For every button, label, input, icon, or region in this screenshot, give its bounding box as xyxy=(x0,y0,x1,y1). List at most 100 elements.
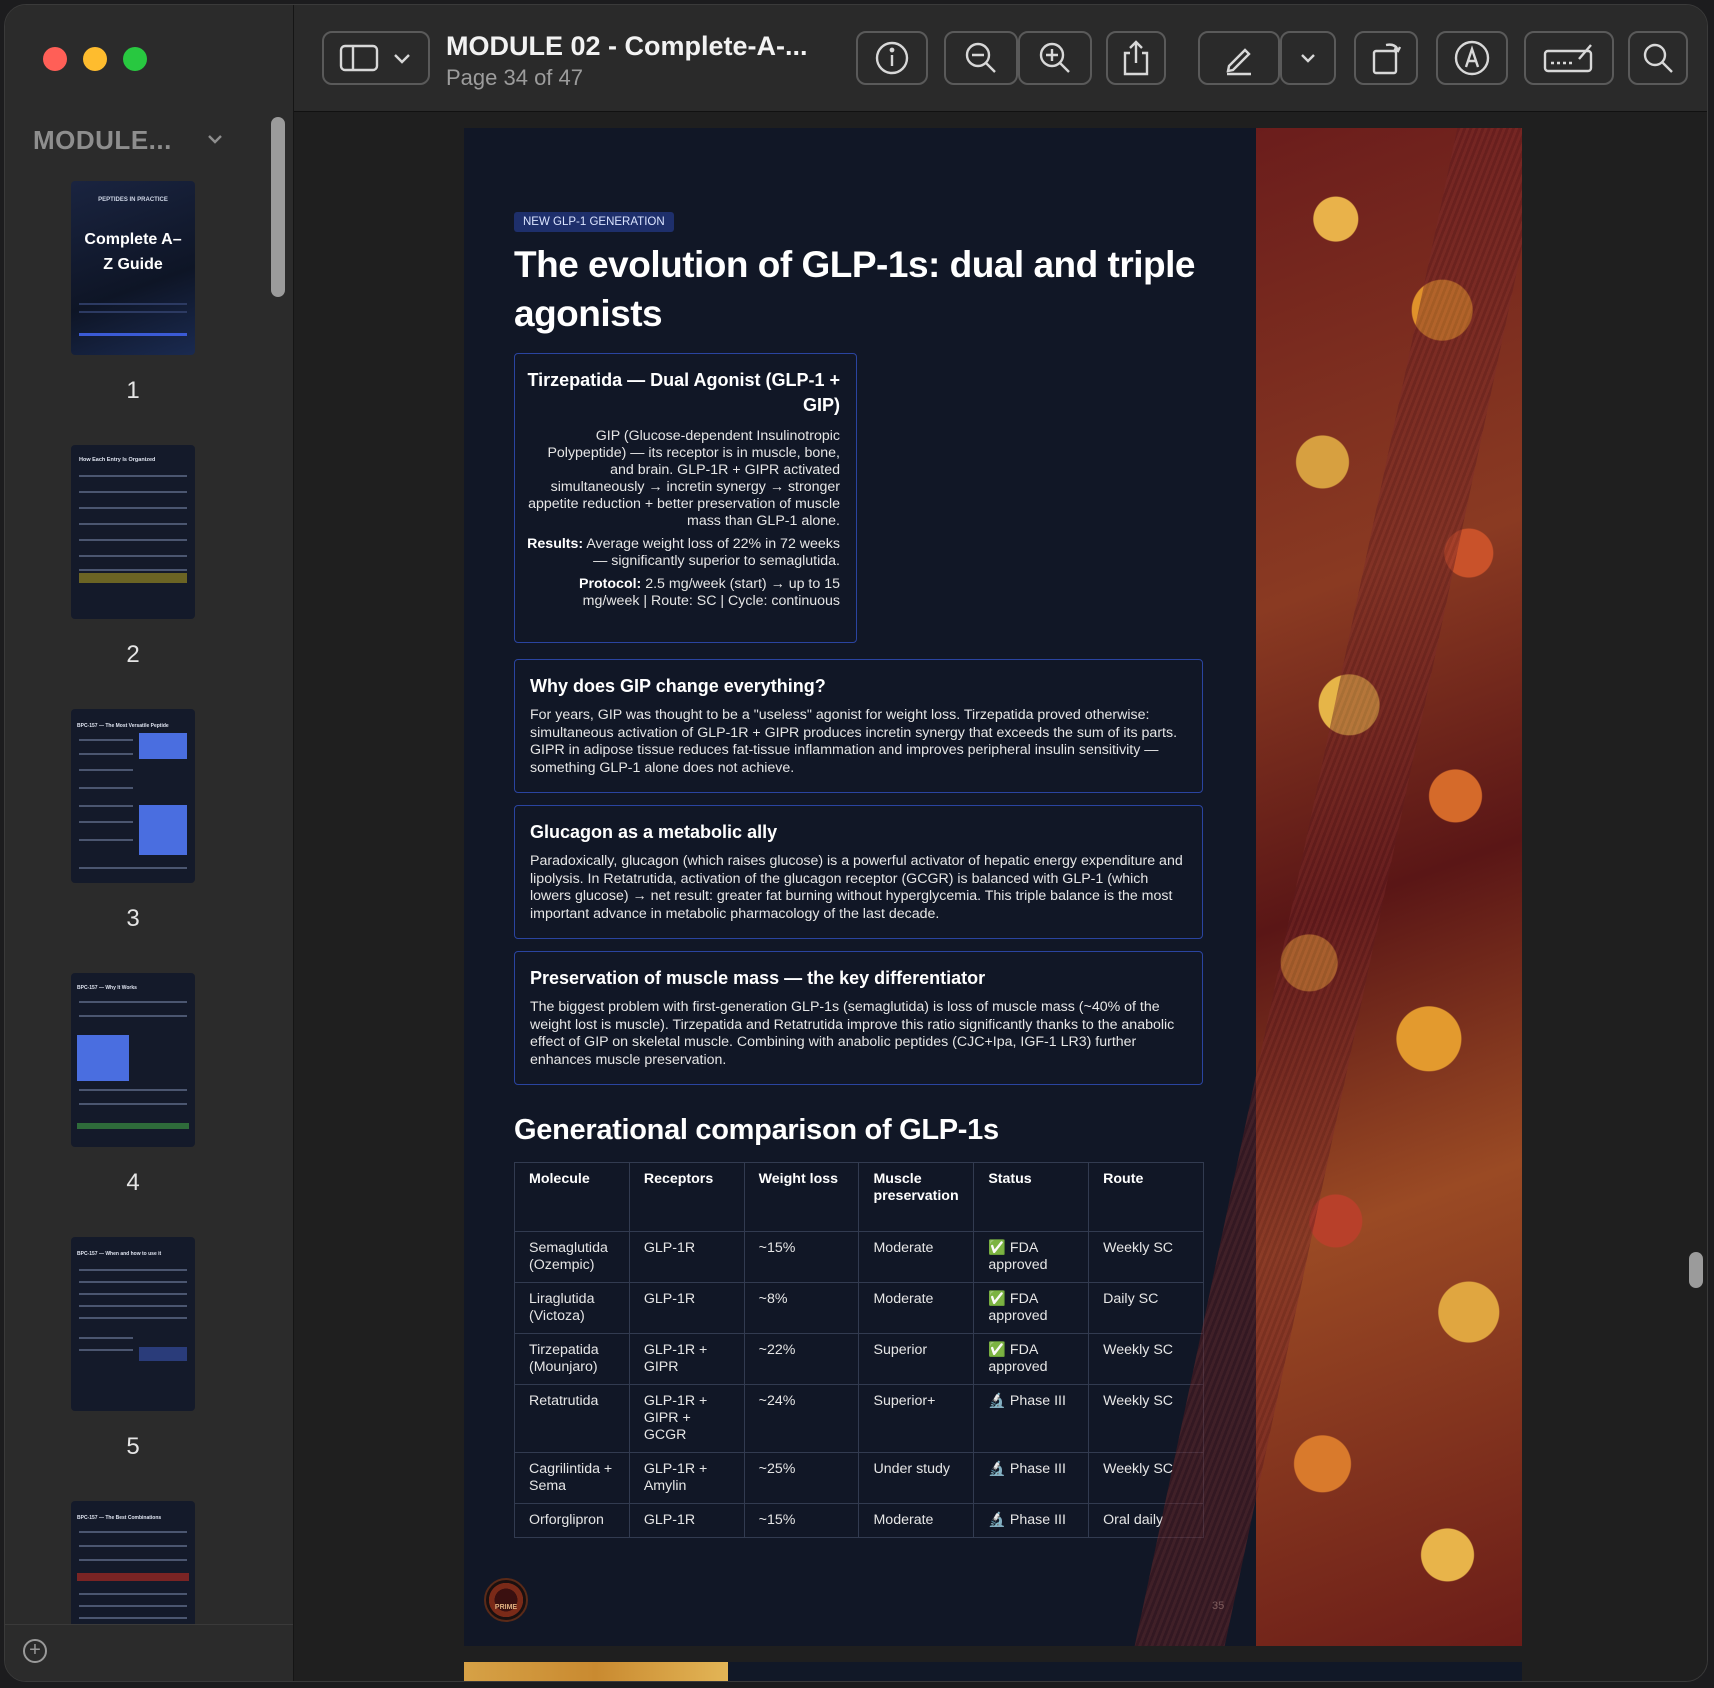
chevron-down-icon[interactable] xyxy=(207,131,223,147)
tirzepatida-body: GIP (Glucose-dependent Insulinotropic Po… xyxy=(528,428,840,529)
document-viewer[interactable]: NEW GLP-1 GENERATION The evolution of GL… xyxy=(294,112,1707,1681)
table-cell: Orforglipron xyxy=(514,1503,630,1538)
thumbnail-number: 3 xyxy=(126,905,140,932)
thumbnail-title: BPC-157 — The Most Versatile Peptide xyxy=(77,723,169,729)
thumbnail-sidebar: MODULE... PEPTIDES IN PRACTICE Complete … xyxy=(5,5,294,1681)
table-cell: ~24% xyxy=(743,1384,860,1453)
thumbnail-title: BPC-157 — The Best Combinations xyxy=(77,1515,162,1521)
zoom-button[interactable] xyxy=(123,47,147,71)
search-button[interactable] xyxy=(1628,31,1688,85)
table-cell: GLP-1R + Amylin xyxy=(628,1452,745,1504)
thumbnail-list: PEPTIDES IN PRACTICE Complete A–Z Guide … xyxy=(5,177,269,1627)
thumbnail-title: BPC-157 — Why It Works xyxy=(77,985,137,991)
thumbnail-number: 1 xyxy=(126,377,140,404)
table-row: Tirzepatida (Mounjaro) GLP-1R + GIPR ~22% S… xyxy=(514,1333,1204,1385)
table-cell: 🔬 Phase III xyxy=(973,1384,1090,1453)
table-header: Muscle preservation xyxy=(858,1162,975,1232)
sidebar-icon xyxy=(339,44,379,72)
thumbnail-page-6[interactable]: BPC-157 — The Best Combinations xyxy=(71,1501,195,1627)
page-text-column: NEW GLP-1 GENERATION The evolution of GL… xyxy=(464,128,1256,1646)
toolbar: MODULE 02 - Complete-A-... Page 34 of 47 xyxy=(294,5,1707,112)
sidebar-scrollbar[interactable] xyxy=(271,117,285,297)
sidebar-footer: + xyxy=(5,1624,293,1681)
markup-button[interactable] xyxy=(1198,31,1280,85)
window-controls xyxy=(43,47,147,71)
zoom-in-button[interactable] xyxy=(1018,31,1092,85)
share-icon xyxy=(1123,40,1149,76)
table-cell: ~22% xyxy=(743,1333,860,1385)
minimize-button[interactable] xyxy=(83,47,107,71)
prime-logo: PRIME xyxy=(484,1578,528,1622)
sidebar-document-title[interactable]: MODULE... xyxy=(33,125,172,156)
thumbnail-title: Complete A–Z Guide xyxy=(84,231,182,273)
table-header: Weight loss xyxy=(743,1162,860,1232)
zoom-out-button[interactable] xyxy=(944,31,1018,85)
table-cell: GLP-1R xyxy=(628,1231,745,1283)
thumbnail-number: 4 xyxy=(126,1169,140,1196)
thumbnail-page-5[interactable]: BPC-157 — When and how to use it 5 xyxy=(71,1237,195,1460)
comparison-heading: Generational comparison of GLP-1s xyxy=(514,1114,999,1146)
zoom-in-icon xyxy=(1039,42,1070,73)
glucagon-box: Glucagon as a metabolic ally Paradoxical… xyxy=(514,805,1203,939)
table-row: Cagrilintida + Sema GLP-1R + Amylin ~25% Un… xyxy=(514,1452,1204,1504)
signature-button[interactable] xyxy=(1524,31,1614,85)
muscle-body: The biggest problem with first-generatio… xyxy=(530,999,1175,1068)
muscle-box: Preservation of muscle mass — the key di… xyxy=(514,951,1203,1085)
table-cell: GLP-1R xyxy=(628,1282,745,1334)
preview-window: MODULE... PEPTIDES IN PRACTICE Complete … xyxy=(4,4,1708,1682)
table-row: Retatrutida GLP-1R + GIPR + GCGR ~24% Super… xyxy=(514,1384,1204,1453)
annotate-icon xyxy=(1454,40,1490,76)
annotate-button[interactable] xyxy=(1436,31,1508,85)
tirzepatida-box: Tirzepatida — Dual Agonist (GLP-1 + GIP)… xyxy=(514,353,857,643)
tirzepatida-results: Results: Average weight loss of 22% in 7… xyxy=(527,536,840,569)
thumbnail-number: 5 xyxy=(126,1433,140,1460)
thumbnail-page-2[interactable]: How Each Entry Is Organized 2 xyxy=(71,445,195,668)
thumbnail-page-3[interactable]: BPC-157 — The Most Versatile Peptide 3 xyxy=(71,709,195,932)
thumbnail-page-1[interactable]: PEPTIDES IN PRACTICE Complete A–Z Guide … xyxy=(71,181,195,404)
page-title: The evolution of GLP-1s: dual and triple… xyxy=(514,244,1195,334)
table-header-row: Molecule Receptors Weight loss Muscle pr… xyxy=(514,1162,1204,1232)
search-icon xyxy=(1643,43,1673,73)
rotate-button[interactable] xyxy=(1354,31,1418,85)
table-cell: ~25% xyxy=(743,1452,860,1504)
table-cell: 🔬 Phase III xyxy=(973,1452,1090,1504)
table-cell: GLP-1R + GIPR xyxy=(628,1333,745,1385)
share-button[interactable] xyxy=(1106,31,1166,85)
info-button[interactable] xyxy=(856,31,928,85)
markup-options-button[interactable] xyxy=(1280,31,1336,85)
thumbnail-header: PEPTIDES IN PRACTICE xyxy=(98,197,168,203)
table-cell: Superior xyxy=(858,1333,975,1385)
table-cell: Weekly SC xyxy=(1088,1333,1204,1385)
sidebar-toggle-button[interactable] xyxy=(322,31,430,85)
table-cell: Daily SC xyxy=(1088,1282,1204,1334)
tirzepatida-protocol: Protocol: 2.5 mg/week (start) → up to 15… xyxy=(579,576,840,609)
close-button[interactable] xyxy=(43,47,67,71)
table-cell: 🔬 Phase III xyxy=(973,1503,1090,1538)
gip-box: Why does GIP change everything? For year… xyxy=(514,659,1203,793)
thumbnail-page-4[interactable]: BPC-157 — Why It Works 4 xyxy=(71,973,195,1196)
chevron-down-icon xyxy=(1301,54,1315,63)
glucagon-body: Paradoxically, glucagon (which raises gl… xyxy=(530,853,1183,922)
table-header: Molecule xyxy=(514,1162,630,1232)
table-cell: ~8% xyxy=(743,1282,860,1334)
table-row: Semaglutida (Ozempic) GLP-1R ~15% Moderate ✅… xyxy=(514,1231,1204,1283)
section-tag: NEW GLP-1 GENERATION xyxy=(514,212,674,232)
table-cell: Cagrilintida + Sema xyxy=(514,1452,630,1504)
thumbnail-title: BPC-157 — When and how to use it xyxy=(77,1251,162,1257)
table-header: Receptors xyxy=(628,1162,745,1232)
table-header: Route xyxy=(1088,1162,1204,1232)
table-cell: GLP-1R xyxy=(628,1503,745,1538)
page-indicator: Page 34 of 47 xyxy=(446,65,584,90)
comparison-table: Molecule Receptors Weight loss Muscle pr… xyxy=(514,1162,1204,1538)
add-page-button[interactable]: + xyxy=(23,1639,47,1663)
table-cell: Superior+ xyxy=(858,1384,975,1453)
thumbnail-title: How Each Entry Is Organized xyxy=(79,457,156,463)
rotate-icon xyxy=(1372,43,1402,75)
fat-tissue-photo xyxy=(1134,128,1522,1646)
document-scrollbar[interactable] xyxy=(1689,1252,1703,1288)
gip-body: For years, GIP was thought to be a "usel… xyxy=(530,707,1178,776)
table-cell: ~15% xyxy=(743,1231,860,1283)
table-cell: Under study xyxy=(858,1452,975,1504)
table-cell: ✅ FDA approved xyxy=(973,1231,1090,1283)
muscle-heading: Preservation of muscle mass — the key di… xyxy=(530,968,986,988)
